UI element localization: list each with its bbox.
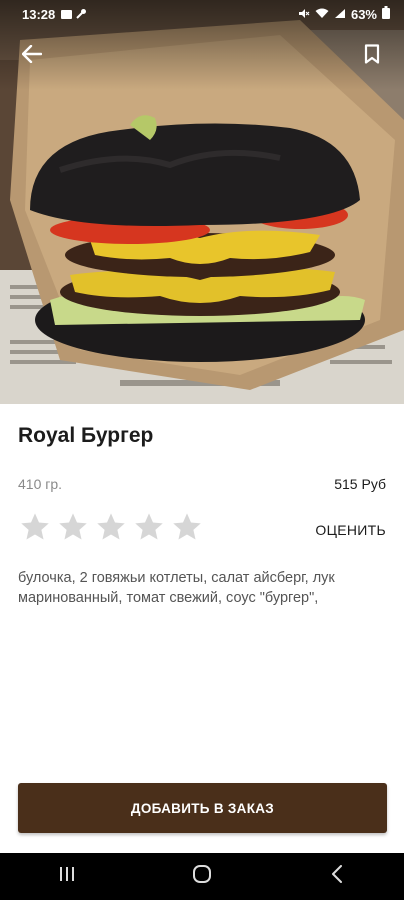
rate-button[interactable]: ОЦЕНИТЬ	[315, 522, 386, 538]
wifi-icon	[315, 7, 329, 22]
product-title: Royal Бургер	[18, 424, 154, 447]
product-weight: 410 гр.	[18, 476, 63, 492]
rating-stars[interactable]	[18, 510, 204, 544]
recents-icon	[58, 866, 76, 887]
top-app-bar	[0, 40, 404, 72]
signal-icon	[334, 7, 346, 22]
nav-back-button[interactable]	[307, 857, 367, 897]
recents-button[interactable]	[37, 857, 97, 897]
image-icon	[61, 7, 73, 22]
star-icon[interactable]	[56, 510, 90, 544]
battery-icon	[382, 6, 390, 22]
mute-icon	[298, 7, 310, 22]
home-icon	[192, 864, 212, 889]
status-time: 13:28	[22, 6, 56, 22]
product-price: 515 Руб	[334, 476, 386, 492]
system-nav-bar	[0, 853, 404, 900]
product-description: булочка, 2 говяжьи котлеты, салат айсбер…	[18, 570, 335, 606]
home-button[interactable]	[172, 857, 232, 897]
star-icon[interactable]	[18, 510, 52, 544]
wrench-icon	[76, 7, 87, 22]
star-icon[interactable]	[94, 510, 128, 544]
bookmark-button[interactable]	[358, 42, 386, 70]
battery-percent: 63%	[350, 6, 377, 22]
add-to-order-button[interactable]: ДОБАВИТЬ В ЗАКАЗ	[18, 783, 387, 833]
status-bar: 13:28 63%	[0, 0, 404, 28]
bookmark-icon	[364, 43, 380, 69]
star-icon[interactable]	[132, 510, 166, 544]
back-button[interactable]	[18, 42, 46, 70]
product-screen: 13:28 63% Royal Бургер 410 гр. 515 Руб О…	[0, 0, 404, 900]
back-icon	[331, 865, 343, 888]
arrow-left-icon	[21, 44, 43, 68]
star-icon[interactable]	[170, 510, 204, 544]
